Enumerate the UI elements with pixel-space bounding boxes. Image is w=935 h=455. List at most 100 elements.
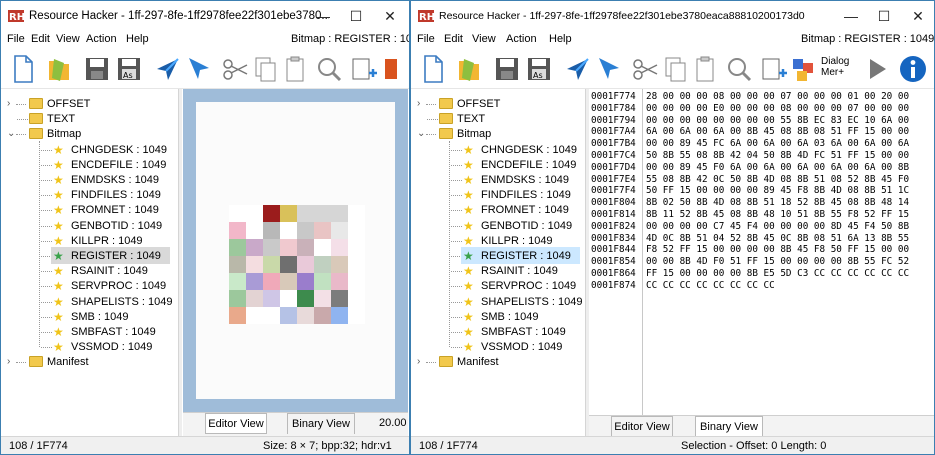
maximize-button[interactable]: ☐ (869, 5, 899, 27)
menu-file[interactable]: File (7, 33, 25, 45)
tree-connector (451, 164, 462, 166)
info-icon[interactable] (897, 53, 929, 85)
tree-connector (16, 362, 26, 364)
menu-action[interactable]: Action (506, 33, 537, 45)
hex-row[interactable]: 00 00 89 45 FC 6A 00 6A 00 6A 03 6A 00 6… (646, 138, 909, 150)
menu-view[interactable]: View (472, 33, 496, 45)
tree-folder-node[interactable]: › Manifest (1, 353, 179, 371)
bitmap-pixel (348, 222, 365, 239)
folder-icon (29, 113, 43, 125)
hex-row[interactable]: FF 15 00 00 00 00 8B E5 5D C3 CC CC CC C… (646, 268, 909, 280)
menu-edit[interactable]: Edit (444, 33, 463, 45)
dialog-merge-label[interactable]: Dialog Mer+ (821, 56, 853, 78)
tab-binary-view[interactable]: Binary View (287, 413, 355, 434)
resource-tree[interactable]: › OFFSET TEXT ⌄ Bitmap ★ CHNGDESK : 1049 ★ ENCDE… (411, 89, 586, 437)
dialog-merge-icon[interactable] (789, 53, 821, 85)
hex-editor[interactable]: 0001F774 0001F784 0001F794 0001F7A4 0001F7B4… (589, 89, 934, 415)
minimize-button[interactable]: — (308, 5, 338, 27)
tree-connector (451, 332, 462, 333)
add-resource-icon[interactable] (561, 53, 593, 85)
new-dialog-icon[interactable] (347, 53, 379, 85)
folder-icon (439, 113, 453, 125)
hex-address: 0001F854 (591, 256, 636, 268)
hex-row[interactable]: 8B 11 52 8B 45 08 8B 48 10 51 8B 55 F8 5… (646, 209, 909, 221)
cut-icon[interactable] (219, 53, 251, 85)
paste-icon[interactable] (279, 53, 311, 85)
copy-icon[interactable] (659, 53, 691, 85)
maximize-button[interactable]: ☐ (341, 5, 371, 27)
svg-text:As: As (123, 71, 133, 80)
minimize-button[interactable]: — (836, 5, 866, 27)
hex-row[interactable]: 50 8B 55 08 8B 42 04 50 8B 4D FC 51 FF 1… (646, 150, 909, 162)
tab-binary-view[interactable]: Binary View (695, 416, 763, 437)
tree-connector (16, 104, 26, 105)
hex-row[interactable]: 00 00 00 00 C7 45 F4 00 00 00 00 8D 45 F… (646, 221, 909, 233)
hex-row[interactable]: 6A 00 6A 00 6A 00 8B 45 08 8B 08 51 FF 1… (646, 126, 909, 138)
replace-resource-icon[interactable] (183, 53, 215, 85)
menu-file[interactable]: File (417, 33, 435, 45)
hex-row[interactable]: 00 00 8B 4D F0 51 FF 15 00 00 00 00 8B 5… (646, 256, 909, 268)
bitmap-pixel (314, 273, 331, 290)
bitmap-pixel (331, 205, 348, 222)
cut-icon[interactable] (629, 53, 661, 85)
hex-row[interactable]: 55 08 8B 42 0C 50 8B 4D 08 8B 51 08 52 8… (646, 174, 909, 186)
hex-row[interactable]: 00 00 00 00 00 00 00 00 55 8B EC 83 EC 1… (646, 115, 909, 127)
tree-connector (41, 225, 52, 227)
status-bitmap-info: Size: 8 × 7; bpp:32; hdr:v1 (263, 440, 392, 452)
close-button[interactable]: ✕ (375, 5, 405, 27)
splitter[interactable] (178, 89, 182, 437)
menu-edit[interactable]: Edit (31, 33, 50, 45)
hex-address: 0001F814 (591, 209, 636, 220)
hex-row[interactable]: 50 FF 15 00 00 00 00 89 45 F8 8B 4D 08 8… (646, 185, 909, 197)
new-dialog-icon[interactable] (757, 53, 789, 85)
add-resource-icon[interactable] (151, 53, 183, 85)
zoom-level: 20.00 (379, 417, 407, 429)
bitmap-pixel (297, 256, 314, 273)
hex-divider (642, 89, 643, 415)
save-as-icon[interactable]: As (523, 53, 555, 85)
open-file-icon[interactable] (43, 53, 75, 85)
bitmap-pixel (246, 273, 263, 290)
paste-icon[interactable] (689, 53, 721, 85)
menu-action[interactable]: Action (86, 33, 117, 45)
find-icon[interactable] (723, 53, 755, 85)
open-file-icon[interactable] (453, 53, 485, 85)
resource-hacker-window-right: RH Resource Hacker - 1ff-297-8fe-1ff2978… (410, 0, 935, 455)
bitmap-pixel (314, 205, 331, 222)
bitmap-pixel (246, 239, 263, 256)
hex-row[interactable]: CC CC CC CC CC CC CC CC (646, 280, 775, 292)
replace-resource-icon[interactable] (593, 53, 625, 85)
title-bar[interactable]: RH Resource Hacker - 1ff-297-8fe-1ff2978… (1, 1, 409, 31)
title-bar[interactable]: RH Resource Hacker - 1ff-297-8fe-1ff2978… (411, 1, 934, 31)
menu-view[interactable]: View (56, 33, 80, 45)
save-icon[interactable] (81, 53, 113, 85)
bitmap-pixel (280, 256, 297, 273)
tab-editor-view[interactable]: Editor View (611, 416, 673, 437)
menu-help[interactable]: Help (549, 33, 572, 45)
tab-editor-view[interactable]: Editor View (205, 413, 267, 434)
bitmap-pixel (297, 273, 314, 290)
save-as-icon[interactable]: As (113, 53, 145, 85)
hex-row[interactable]: F8 52 FF 15 00 00 00 00 8B 45 F8 50 FF 1… (646, 244, 909, 256)
hex-row[interactable]: 8B 02 50 8B 4D 08 8B 51 18 52 8B 45 08 8… (646, 197, 909, 209)
toolbar-overflow-icon[interactable] (379, 53, 399, 85)
save-icon[interactable] (491, 53, 523, 85)
folder-icon (439, 356, 453, 368)
find-icon[interactable] (313, 53, 345, 85)
close-button[interactable]: ✕ (903, 5, 933, 27)
tree-folder-node[interactable]: › Manifest (411, 353, 586, 371)
hex-row[interactable]: 28 00 00 00 08 00 00 00 07 00 00 00 01 0… (646, 91, 909, 103)
hex-row[interactable]: 00 00 00 00 E0 00 00 00 08 00 00 00 07 0… (646, 103, 909, 115)
run-script-icon[interactable] (861, 53, 893, 85)
resource-tree[interactable]: › OFFSET TEXT ⌄ Bitmap ★ CHNGDESK : 1049 ★ ENCDE… (1, 89, 179, 437)
collapsed-chevron-icon[interactable]: › (7, 353, 10, 371)
hex-row[interactable]: 00 00 89 45 F0 6A 00 6A 00 6A 00 6A 00 6… (646, 162, 909, 174)
hex-row[interactable]: 4D 0C 8B 51 04 52 8B 45 0C 8B 08 51 6A 1… (646, 233, 909, 245)
new-file-icon[interactable] (7, 53, 39, 85)
collapsed-chevron-icon[interactable]: › (417, 353, 420, 371)
tree-connector (451, 180, 462, 181)
new-file-icon[interactable] (417, 53, 449, 85)
copy-icon[interactable] (249, 53, 281, 85)
hex-address: 0001F7D4 (591, 161, 636, 173)
menu-help[interactable]: Help (126, 33, 149, 45)
